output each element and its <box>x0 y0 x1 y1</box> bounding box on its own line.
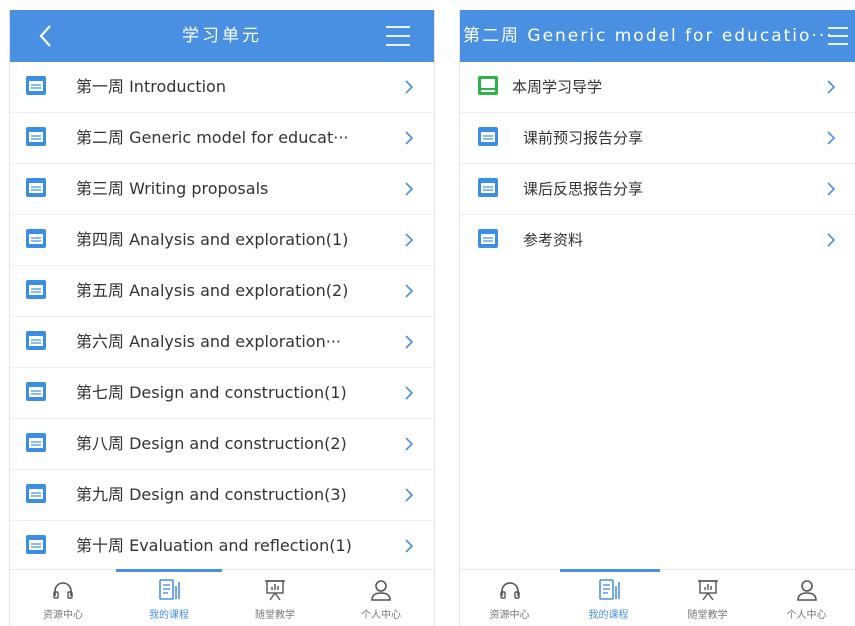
unit-label: 第八周 Design and construction(2) <box>76 434 347 453</box>
unit-row[interactable]: 第二周 Generic model for educat··· <box>10 113 434 164</box>
chevron-right-icon <box>405 437 414 451</box>
presentation-icon <box>265 580 285 601</box>
unit-row[interactable]: 第十周 Evaluation and reflection(1) <box>10 521 434 572</box>
unit-row[interactable]: 第六周 Analysis and exploration··· <box>10 317 434 368</box>
unit-label: 第三周 Writing proposals <box>76 179 269 198</box>
content-label: 本周学习导学 <box>512 78 603 96</box>
tab-label: 随堂教学 <box>255 610 295 621</box>
unit-list-screen: 学习单元 第一周 Introduction 第二周 Generic model … <box>9 10 435 626</box>
folder-icon <box>26 76 46 95</box>
folder-icon <box>26 535 46 554</box>
folder-icon <box>26 331 46 350</box>
chevron-right-icon <box>405 80 414 94</box>
tab-label: 资源中心 <box>489 610 530 621</box>
unit-row[interactable]: 第三周 Writing proposals <box>10 164 434 215</box>
chevron-right-icon <box>405 488 414 502</box>
chevron-right-icon <box>405 539 414 553</box>
chevron-right-icon <box>405 335 414 349</box>
headphones-icon <box>499 582 520 599</box>
content-label: 课后反思报告分享 <box>523 180 644 198</box>
unit-label: 第二周 Generic model for educat··· <box>76 128 349 147</box>
week-detail-screen: 第二周 Generic model for educatio··· 本周学习导学… <box>459 10 855 626</box>
tab-label: 资源中心 <box>43 610 83 621</box>
tab-label: 我的课程 <box>588 610 629 621</box>
tab-label: 个人中心 <box>786 610 827 621</box>
folder-icon <box>478 229 498 248</box>
tab-class-teaching[interactable]: 随堂教学 <box>658 570 757 626</box>
course-icon <box>598 579 620 600</box>
unit-row[interactable]: 第七周 Design and construction(1) <box>10 368 434 419</box>
tab-resource-center[interactable]: 资源中心 <box>460 570 559 626</box>
content-row[interactable]: 参考资料 <box>460 215 855 265</box>
user-icon <box>371 580 391 601</box>
unit-label: 第七周 Design and construction(1) <box>76 383 347 402</box>
folder-icon <box>26 280 46 299</box>
course-icon <box>159 579 180 600</box>
chevron-right-icon <box>405 182 414 196</box>
guide-icon <box>478 76 498 95</box>
folder-icon <box>26 127 46 146</box>
tab-my-courses[interactable]: 我的课程 <box>116 570 222 626</box>
folder-icon <box>26 382 46 401</box>
unit-row[interactable]: 第九周 Design and construction(3) <box>10 470 434 521</box>
headphones-icon <box>53 582 73 599</box>
unit-label: 第四周 Analysis and exploration(1) <box>76 230 349 249</box>
page-title: 学习单元 <box>182 26 262 46</box>
unit-label: 第五周 Analysis and exploration(2) <box>76 281 349 300</box>
content-row[interactable]: 本周学习导学 <box>460 62 855 113</box>
chevron-right-icon <box>827 233 836 247</box>
week-content-list: 本周学习导学 课前预习报告分享 课后反思报告分享 参考资料 <box>460 62 855 265</box>
tab-resource-center[interactable]: 资源中心 <box>10 570 116 626</box>
tab-class-teaching[interactable]: 随堂教学 <box>222 570 328 626</box>
folder-icon <box>478 127 498 146</box>
folder-icon <box>478 178 498 197</box>
page-title: 第二周 Generic model for educatio··· <box>463 26 834 46</box>
chevron-right-icon <box>827 182 836 196</box>
unit-label: 第九周 Design and construction(3) <box>76 485 347 504</box>
content-label: 课前预习报告分享 <box>523 129 644 147</box>
tab-label: 随堂教学 <box>687 610 728 621</box>
folder-icon <box>26 484 46 503</box>
header-bar: 学习单元 <box>10 10 434 62</box>
content-label: 参考资料 <box>523 231 584 249</box>
folder-icon <box>26 178 46 197</box>
unit-row[interactable]: 第四周 Analysis and exploration(1) <box>10 215 434 266</box>
unit-label: 第六周 Analysis and exploration··· <box>76 332 341 351</box>
tab-personal-center[interactable]: 个人中心 <box>757 570 855 626</box>
tab-my-courses[interactable]: 我的课程 <box>559 570 658 626</box>
unit-row[interactable]: 第八周 Design and construction(2) <box>10 419 434 470</box>
chevron-right-icon <box>827 131 836 145</box>
content-row[interactable]: 课后反思报告分享 <box>460 164 855 215</box>
header-bar: 第二周 Generic model for educatio··· <box>460 10 855 62</box>
unit-label: 第十周 Evaluation and reflection(1) <box>76 536 352 555</box>
menu-icon[interactable] <box>384 24 412 48</box>
presentation-icon <box>697 580 718 601</box>
chevron-right-icon <box>827 80 836 94</box>
bottom-tab-bar: 资源中心 我的课程 随堂教学 个人中心 <box>10 569 434 626</box>
folder-icon <box>26 229 46 248</box>
unit-row[interactable]: 第一周 Introduction <box>10 62 434 113</box>
unit-label: 第一周 Introduction <box>76 77 226 96</box>
chevron-right-icon <box>405 284 414 298</box>
chevron-right-icon <box>405 131 414 145</box>
folder-icon <box>26 433 46 452</box>
chevron-right-icon <box>405 386 414 400</box>
tab-personal-center[interactable]: 个人中心 <box>328 570 434 626</box>
tab-label: 个人中心 <box>361 610 401 621</box>
unit-list: 第一周 Introduction 第二周 Generic model for e… <box>10 62 434 572</box>
menu-icon[interactable] <box>826 24 850 48</box>
content-row[interactable]: 课前预习报告分享 <box>460 113 855 164</box>
bottom-tab-bar: 资源中心 我的课程 随堂教学 个人中心 <box>460 569 855 626</box>
tab-label: 我的课程 <box>149 610 189 621</box>
unit-row[interactable]: 第五周 Analysis and exploration(2) <box>10 266 434 317</box>
chevron-right-icon <box>405 233 414 247</box>
user-icon <box>796 580 817 601</box>
